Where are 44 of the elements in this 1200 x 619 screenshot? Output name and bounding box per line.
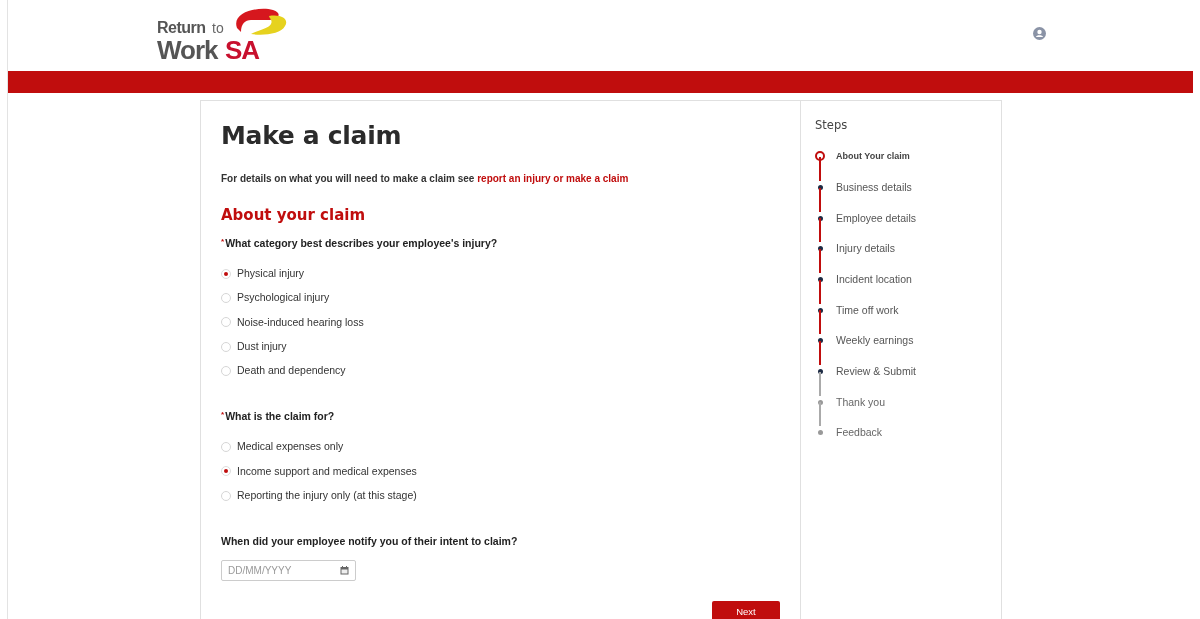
question-label: When did your employee notify you of their intent to claim? [221,533,519,549]
date-field[interactable]: DD/MM/YYYY [221,559,356,581]
option-label: Dust injury [237,338,287,354]
step-label[interactable]: Injury details [836,243,895,254]
page-title: Make a claim [221,121,403,151]
section-title: About your claim [221,206,367,224]
radio-option[interactable]: Reporting the injury only (at this stage) [221,483,780,508]
radio-option[interactable]: Psychological injury [221,286,780,311]
next-button[interactable]: Next [712,601,780,619]
logo-text: SA [225,37,260,63]
required-mark: * [221,237,225,246]
option-label: Psychological injury [237,290,330,306]
user-icon[interactable] [1033,27,1046,40]
option-label: Death and dependency [237,363,346,379]
step-label[interactable]: Weekly earnings [836,335,914,346]
logo-text: to [212,21,224,35]
step-label[interactable]: Feedback [836,427,883,438]
step-label[interactable]: Incident location [836,274,912,284]
intro-text: For details on what you will need to make a claim see report an injury or make a claim [221,172,630,186]
option-label: Medical expenses only [237,439,344,455]
step-label[interactable]: Thank you [836,396,886,407]
step-label[interactable]: Review & Submit [836,366,916,377]
radio-option[interactable]: Noise-induced hearing loss [221,310,780,335]
logo-text: Work [157,37,218,63]
radio-option[interactable]: Dust injury [221,334,780,359]
calendar-icon[interactable] [340,565,349,575]
option-label: Income support and medical expenses [237,463,417,479]
radio-option[interactable]: Income support and medical expenses [221,459,780,484]
step-label[interactable]: Business details [836,181,912,192]
logo-text: Return [157,20,206,36]
option-label: Physical injury [237,266,305,281]
question-text: What is the claim for? [225,410,335,423]
steps-title: Steps [815,117,849,134]
step-label[interactable]: Time off work [836,304,899,315]
step-label[interactable]: About Your claim [836,151,910,162]
question-text: What category best describes your employee's injury? [225,237,498,249]
step-label[interactable]: Employee details [836,212,916,223]
option-label: Reporting the injury only (at this stage) [237,487,417,503]
radio-option[interactable]: Death and dependency [221,358,780,384]
option-label: Noise-induced hearing loss [237,314,364,330]
required-mark: * [221,410,225,420]
link[interactable]: report an injury or make a claim [477,173,629,184]
radio-option[interactable]: Medical expenses only [221,435,780,460]
radio-option[interactable]: Physical injury [221,261,780,287]
